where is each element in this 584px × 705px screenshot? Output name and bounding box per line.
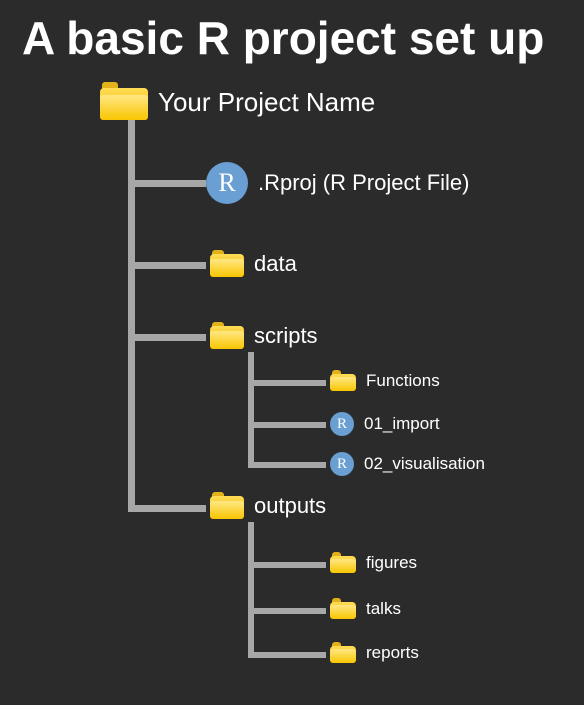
folder-icon xyxy=(210,250,244,278)
tree-line xyxy=(128,334,206,341)
node-label: outputs xyxy=(254,493,326,519)
folder-icon xyxy=(330,598,356,620)
tree-line xyxy=(128,117,135,512)
folder-icon xyxy=(330,370,356,392)
node-root: Your Project Name xyxy=(100,82,375,122)
node-label: scripts xyxy=(254,323,318,349)
slide-title: A basic R project set up xyxy=(0,0,584,72)
tree-line xyxy=(248,422,326,428)
tree-line xyxy=(128,180,206,187)
node-label: data xyxy=(254,251,297,277)
node-label: 01_import xyxy=(364,414,440,434)
folder-icon xyxy=(330,642,356,664)
node-visualisation: R 02_visualisation xyxy=(330,452,485,476)
node-label: figures xyxy=(366,553,417,573)
tree-line xyxy=(248,652,326,658)
node-reports: reports xyxy=(330,642,419,664)
folder-icon xyxy=(210,322,244,350)
node-label: Functions xyxy=(366,371,440,391)
r-icon: R xyxy=(206,162,248,204)
tree-line xyxy=(248,352,254,467)
node-label: Your Project Name xyxy=(158,87,375,118)
node-scripts: scripts xyxy=(210,322,318,350)
node-talks: talks xyxy=(330,598,401,620)
node-import: R 01_import xyxy=(330,412,440,436)
folder-icon xyxy=(330,552,356,574)
tree-line xyxy=(128,505,206,512)
r-icon: R xyxy=(330,452,354,476)
tree-line xyxy=(248,608,326,614)
node-label: reports xyxy=(366,643,419,663)
node-label: 02_visualisation xyxy=(364,454,485,474)
r-icon: R xyxy=(330,412,354,436)
tree-line xyxy=(248,562,326,568)
folder-icon xyxy=(100,82,148,122)
node-rproj: R .Rproj (R Project File) xyxy=(206,162,469,204)
node-label: talks xyxy=(366,599,401,619)
tree-line xyxy=(248,380,326,386)
node-outputs: outputs xyxy=(210,492,326,520)
node-functions: Functions xyxy=(330,370,440,392)
folder-icon xyxy=(210,492,244,520)
node-figures: figures xyxy=(330,552,417,574)
tree-line xyxy=(128,262,206,269)
tree-line xyxy=(248,462,326,468)
tree-diagram: Your Project Name R .Rproj (R Project Fi… xyxy=(0,72,584,672)
node-label: .Rproj (R Project File) xyxy=(258,170,469,196)
node-data: data xyxy=(210,250,297,278)
tree-line xyxy=(248,522,254,657)
